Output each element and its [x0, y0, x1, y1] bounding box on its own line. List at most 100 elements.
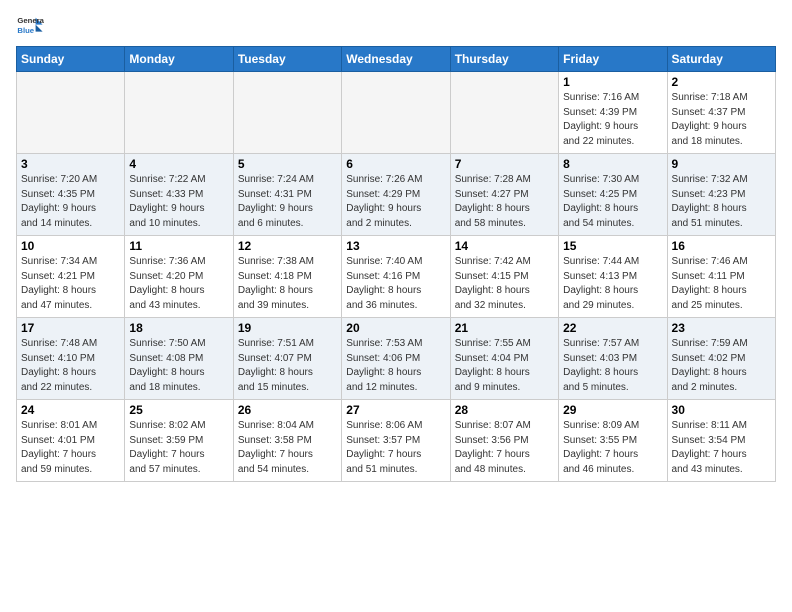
day-info: Sunrise: 8:02 AM Sunset: 3:59 PM Dayligh…: [129, 419, 228, 477]
week-row-5: 24Sunrise: 8:01 AM Sunset: 4:01 PM Dayli…: [17, 400, 776, 482]
day-number: 10: [21, 239, 120, 253]
calendar-cell: 21Sunrise: 7:55 AM Sunset: 4:04 PM Dayli…: [450, 318, 558, 400]
calendar-body: 1 Sunrise: 7:16 AM Sunset: 4:39 PM Daylig…: [17, 72, 776, 482]
calendar-cell: 10 Sunrise: 7:34 AM Sunset: 4:21 PM Dayli…: [17, 236, 125, 318]
day-info: Sunrise: 7:28 AM Sunset: 4:27 PM Dayligh…: [455, 173, 554, 231]
calendar-cell: 7 Sunrise: 7:28 AM Sunset: 4:27 PM Daylig…: [450, 154, 558, 236]
weekday-sunday: Sunday: [17, 47, 125, 72]
day-number: 2: [672, 75, 771, 89]
day-info: Sunrise: 8:06 AM Sunset: 3:57 PM Dayligh…: [346, 419, 445, 477]
day-info: Sunrise: 7:20 AM Sunset: 4:35 PM Dayligh…: [21, 173, 120, 231]
week-row-1: 1 Sunrise: 7:16 AM Sunset: 4:39 PM Daylig…: [17, 72, 776, 154]
day-number: 29: [563, 403, 662, 417]
calendar-cell: 8Sunrise: 7:30 AM Sunset: 4:25 PM Daylig…: [559, 154, 667, 236]
weekday-thursday: Thursday: [450, 47, 558, 72]
calendar-cell: 13 Sunrise: 7:40 AM Sunset: 4:16 PM Dayli…: [342, 236, 450, 318]
calendar-cell: [17, 72, 125, 154]
calendar-cell: 28 Sunrise: 8:07 AM Sunset: 3:56 PM Dayli…: [450, 400, 558, 482]
header: General Blue: [16, 12, 776, 40]
calendar-cell: 5Sunrise: 7:24 AM Sunset: 4:31 PM Daylig…: [233, 154, 341, 236]
day-info: Sunrise: 7:40 AM Sunset: 4:16 PM Dayligh…: [346, 255, 445, 313]
calendar-cell: 6Sunrise: 7:26 AM Sunset: 4:29 PM Daylig…: [342, 154, 450, 236]
calendar-cell: 17Sunrise: 7:48 AM Sunset: 4:10 PM Dayli…: [17, 318, 125, 400]
day-info: Sunrise: 7:50 AM Sunset: 4:08 PM Dayligh…: [129, 337, 228, 395]
calendar-cell: 19 Sunrise: 7:51 AM Sunset: 4:07 PM Dayli…: [233, 318, 341, 400]
weekday-tuesday: Tuesday: [233, 47, 341, 72]
day-number: 23: [672, 321, 771, 335]
week-row-4: 17Sunrise: 7:48 AM Sunset: 4:10 PM Dayli…: [17, 318, 776, 400]
day-info: Sunrise: 7:38 AM Sunset: 4:18 PM Dayligh…: [238, 255, 337, 313]
weekday-friday: Friday: [559, 47, 667, 72]
day-number: 26: [238, 403, 337, 417]
svg-text:Blue: Blue: [17, 26, 34, 35]
weekday-wednesday: Wednesday: [342, 47, 450, 72]
day-info: Sunrise: 8:11 AM Sunset: 3:54 PM Dayligh…: [672, 419, 771, 477]
logo-icon: General Blue: [16, 12, 44, 40]
day-number: 11: [129, 239, 228, 253]
day-number: 19: [238, 321, 337, 335]
day-info: Sunrise: 7:34 AM Sunset: 4:21 PM Dayligh…: [21, 255, 120, 313]
day-number: 13: [346, 239, 445, 253]
calendar-cell: 15Sunrise: 7:44 AM Sunset: 4:13 PM Dayli…: [559, 236, 667, 318]
week-row-3: 10 Sunrise: 7:34 AM Sunset: 4:21 PM Dayli…: [17, 236, 776, 318]
week-row-2: 3 Sunrise: 7:20 AM Sunset: 4:35 PM Daylig…: [17, 154, 776, 236]
day-info: Sunrise: 7:16 AM Sunset: 4:39 PM Dayligh…: [563, 91, 662, 149]
day-info: Sunrise: 7:36 AM Sunset: 4:20 PM Dayligh…: [129, 255, 228, 313]
day-info: Sunrise: 7:51 AM Sunset: 4:07 PM Dayligh…: [238, 337, 337, 395]
day-number: 14: [455, 239, 554, 253]
day-number: 1: [563, 75, 662, 89]
day-number: 30: [672, 403, 771, 417]
calendar-cell: 18 Sunrise: 7:50 AM Sunset: 4:08 PM Dayli…: [125, 318, 233, 400]
day-number: 3: [21, 157, 120, 171]
calendar-cell: 24Sunrise: 8:01 AM Sunset: 4:01 PM Dayli…: [17, 400, 125, 482]
calendar-cell: 26 Sunrise: 8:04 AM Sunset: 3:58 PM Dayli…: [233, 400, 341, 482]
calendar-cell: 14 Sunrise: 7:42 AM Sunset: 4:15 PM Dayli…: [450, 236, 558, 318]
day-info: Sunrise: 7:57 AM Sunset: 4:03 PM Dayligh…: [563, 337, 662, 395]
day-info: Sunrise: 7:32 AM Sunset: 4:23 PM Dayligh…: [672, 173, 771, 231]
day-number: 18: [129, 321, 228, 335]
day-info: Sunrise: 7:24 AM Sunset: 4:31 PM Dayligh…: [238, 173, 337, 231]
day-info: Sunrise: 7:42 AM Sunset: 4:15 PM Dayligh…: [455, 255, 554, 313]
calendar-cell: 22Sunrise: 7:57 AM Sunset: 4:03 PM Dayli…: [559, 318, 667, 400]
day-number: 6: [346, 157, 445, 171]
day-info: Sunrise: 8:07 AM Sunset: 3:56 PM Dayligh…: [455, 419, 554, 477]
calendar-cell: 20 Sunrise: 7:53 AM Sunset: 4:06 PM Dayli…: [342, 318, 450, 400]
day-number: 28: [455, 403, 554, 417]
day-info: Sunrise: 7:59 AM Sunset: 4:02 PM Dayligh…: [672, 337, 771, 395]
day-info: Sunrise: 7:30 AM Sunset: 4:25 PM Dayligh…: [563, 173, 662, 231]
calendar-cell: [342, 72, 450, 154]
day-number: 9: [672, 157, 771, 171]
calendar-cell: 30 Sunrise: 8:11 AM Sunset: 3:54 PM Dayli…: [667, 400, 775, 482]
day-number: 15: [563, 239, 662, 253]
calendar-cell: 2 Sunrise: 7:18 AM Sunset: 4:37 PM Daylig…: [667, 72, 775, 154]
calendar-cell: 9 Sunrise: 7:32 AM Sunset: 4:23 PM Daylig…: [667, 154, 775, 236]
calendar-cell: 12 Sunrise: 7:38 AM Sunset: 4:18 PM Dayli…: [233, 236, 341, 318]
day-number: 12: [238, 239, 337, 253]
calendar-cell: 16 Sunrise: 7:46 AM Sunset: 4:11 PM Dayli…: [667, 236, 775, 318]
day-number: 25: [129, 403, 228, 417]
calendar-cell: 4 Sunrise: 7:22 AM Sunset: 4:33 PM Daylig…: [125, 154, 233, 236]
day-info: Sunrise: 8:04 AM Sunset: 3:58 PM Dayligh…: [238, 419, 337, 477]
calendar-cell: 1 Sunrise: 7:16 AM Sunset: 4:39 PM Daylig…: [559, 72, 667, 154]
logo: General Blue: [16, 12, 44, 40]
day-number: 24: [21, 403, 120, 417]
day-number: 20: [346, 321, 445, 335]
weekday-header-row: SundayMondayTuesdayWednesdayThursdayFrid…: [17, 47, 776, 72]
day-number: 16: [672, 239, 771, 253]
calendar-cell: 11 Sunrise: 7:36 AM Sunset: 4:20 PM Dayli…: [125, 236, 233, 318]
day-info: Sunrise: 7:53 AM Sunset: 4:06 PM Dayligh…: [346, 337, 445, 395]
calendar-header: SundayMondayTuesdayWednesdayThursdayFrid…: [17, 47, 776, 72]
day-info: Sunrise: 7:18 AM Sunset: 4:37 PM Dayligh…: [672, 91, 771, 149]
calendar-cell: [233, 72, 341, 154]
day-info: Sunrise: 7:46 AM Sunset: 4:11 PM Dayligh…: [672, 255, 771, 313]
svg-text:General: General: [17, 16, 44, 25]
day-info: Sunrise: 7:22 AM Sunset: 4:33 PM Dayligh…: [129, 173, 228, 231]
calendar-table: SundayMondayTuesdayWednesdayThursdayFrid…: [16, 46, 776, 482]
day-number: 4: [129, 157, 228, 171]
calendar-cell: [125, 72, 233, 154]
day-number: 27: [346, 403, 445, 417]
day-number: 7: [455, 157, 554, 171]
calendar-cell: 3 Sunrise: 7:20 AM Sunset: 4:35 PM Daylig…: [17, 154, 125, 236]
calendar-cell: 27 Sunrise: 8:06 AM Sunset: 3:57 PM Dayli…: [342, 400, 450, 482]
weekday-saturday: Saturday: [667, 47, 775, 72]
